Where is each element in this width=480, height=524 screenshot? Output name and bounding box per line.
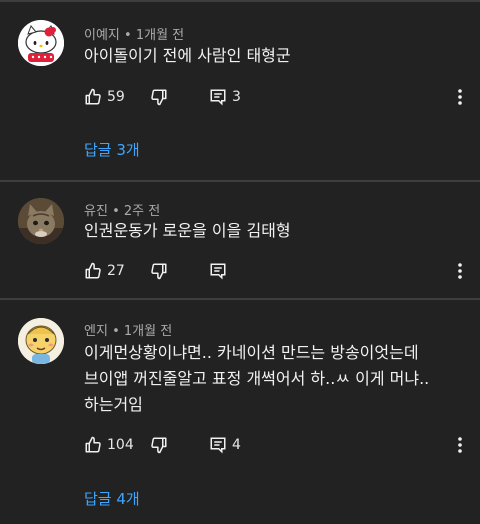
- comment-meta: 엔지 • 1개월 전: [84, 320, 172, 339]
- more-vert-icon: [458, 437, 462, 453]
- avatar[interactable]: [18, 318, 64, 364]
- hello-kitty-avatar-icon: [18, 20, 64, 66]
- comment-meta: 유진 • 2주 전: [84, 200, 160, 219]
- like-button[interactable]: 59: [84, 86, 125, 108]
- thumbs-up-icon: [85, 262, 101, 279]
- dislike-button[interactable]: [150, 434, 168, 456]
- comment-item: 엔지 • 1개월 전 이게먼상황이냐면.. 카네이션 만드는 방송이엇는데 브이…: [0, 300, 480, 524]
- more-vert-icon: [458, 89, 462, 105]
- reply-count: 3: [232, 89, 241, 105]
- comment-meta: 이예지 • 1개월 전: [84, 24, 184, 43]
- cartoon-character-avatar-icon: [18, 318, 64, 364]
- like-count: 27: [107, 263, 125, 279]
- cat-photo-avatar-icon: [18, 198, 64, 244]
- comment-author[interactable]: 유진: [84, 204, 108, 219]
- more-vert-icon: [458, 263, 462, 279]
- reply-button[interactable]: 3: [209, 86, 241, 108]
- thumbs-up-icon: [85, 436, 101, 453]
- thumbs-down-icon: [151, 263, 167, 280]
- comment-time: 1개월 전: [135, 28, 185, 43]
- like-count: 104: [107, 437, 134, 453]
- avatar[interactable]: [18, 20, 64, 66]
- view-replies-link[interactable]: 답글 4개: [84, 488, 140, 509]
- thumbs-down-icon: [151, 89, 167, 106]
- reply-button[interactable]: [209, 260, 227, 282]
- comment-time: 1개월 전: [123, 324, 173, 339]
- dislike-button[interactable]: [150, 86, 168, 108]
- more-options-button[interactable]: [448, 260, 472, 282]
- comment-author[interactable]: 엔지: [84, 324, 108, 339]
- like-button[interactable]: 104: [84, 434, 134, 456]
- comment-text: 아이돌이기 전에 사람인 태형군: [84, 46, 291, 65]
- comment-item: 이예지 • 1개월 전 아이돌이기 전에 사람인 태형군 59 3 답글 3개: [0, 0, 480, 180]
- thumbs-down-icon: [151, 437, 167, 454]
- meta-separator: •: [124, 28, 132, 43]
- like-button[interactable]: 27: [84, 260, 125, 282]
- comment-time: 2주 전: [123, 204, 161, 219]
- more-options-button[interactable]: [448, 86, 472, 108]
- thumbs-up-icon: [85, 88, 101, 105]
- meta-separator: •: [112, 324, 120, 339]
- comment-icon: [210, 89, 226, 106]
- meta-separator: •: [112, 204, 120, 219]
- avatar[interactable]: [18, 198, 64, 244]
- comment-text: 인권운동가 로운을 이을 김태형: [84, 221, 291, 240]
- reply-count: 4: [232, 437, 241, 453]
- comment-author[interactable]: 이예지: [84, 28, 120, 43]
- comment-text: 이게먼상황이냐면.. 카네이션 만드는 방송이엇는데 브이앱 꺼진줄알고 표정 …: [84, 343, 430, 414]
- reply-button[interactable]: 4: [209, 434, 241, 456]
- comment-icon: [210, 263, 226, 280]
- comment-icon: [210, 437, 226, 454]
- dislike-button[interactable]: [150, 260, 168, 282]
- comment-item: 유진 • 2주 전 인권운동가 로운을 이을 김태형 27: [0, 182, 480, 298]
- like-count: 59: [107, 89, 125, 105]
- view-replies-link[interactable]: 답글 3개: [84, 139, 140, 160]
- more-options-button[interactable]: [448, 434, 472, 456]
